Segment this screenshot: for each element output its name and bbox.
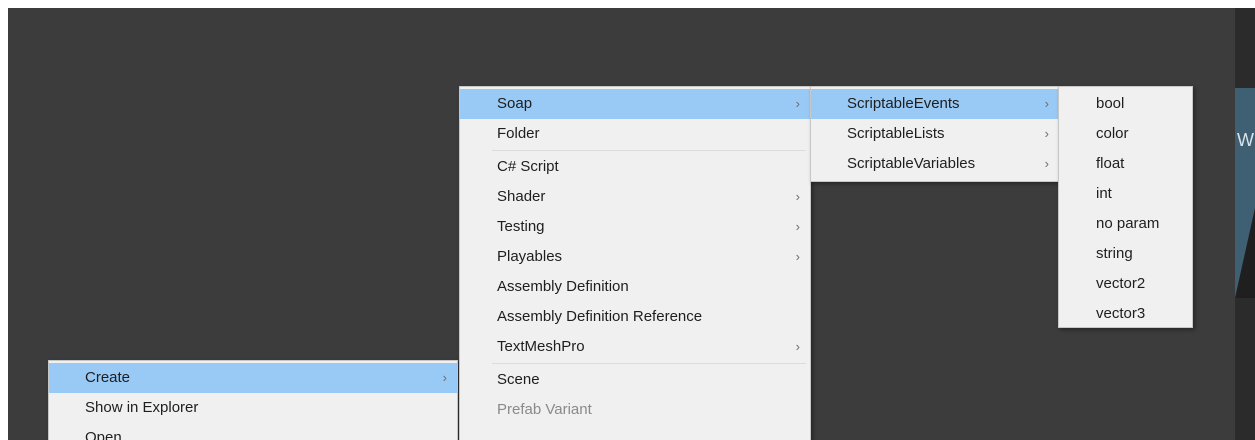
menu-item-scene[interactable]: Scene (460, 365, 810, 395)
menu-item-shader[interactable]: Shader › (460, 182, 810, 212)
screen: W Create › Show in Explorer Open Soap › … (0, 0, 1255, 440)
menu-item-assembly-definition[interactable]: Assembly Definition (460, 272, 810, 302)
menu-item-label: ScriptableLists (847, 125, 945, 142)
menu-item-label: color (1096, 125, 1129, 142)
menu-item-textmeshpro[interactable]: TextMeshPro › (460, 332, 810, 362)
menu-item-label: Playables (497, 248, 563, 265)
menu-item-open[interactable]: Open (49, 423, 457, 440)
chevron-right-icon: › (795, 249, 800, 264)
menu-item-soap[interactable]: Soap › (460, 89, 810, 119)
context-menu: Create › Show in Explorer Open (48, 360, 458, 440)
menu-item-vector3[interactable]: vector3 (1059, 299, 1192, 329)
menu-item-float[interactable]: float (1059, 149, 1192, 179)
menu-separator (492, 363, 806, 364)
menu-item-label: Scene (497, 371, 540, 388)
menu-item-create[interactable]: Create › (49, 363, 457, 393)
menu-item-label: Open (85, 429, 122, 440)
menu-item-vector2[interactable]: vector2 (1059, 269, 1192, 299)
menu-item-scriptable-lists[interactable]: ScriptableLists › (811, 119, 1059, 149)
menu-item-assembly-definition-reference[interactable]: Assembly Definition Reference (460, 302, 810, 332)
menu-item-label: Folder (497, 125, 540, 142)
menu-item-label: Soap (497, 95, 533, 112)
scriptable-events-submenu: bool color float int no param string vec… (1058, 86, 1193, 328)
chevron-right-icon: › (442, 370, 447, 385)
menu-item-scriptable-events[interactable]: ScriptableEvents › (811, 89, 1059, 119)
menu-item-label: C# Script (497, 158, 559, 175)
menu-separator (492, 150, 806, 151)
soap-submenu: ScriptableEvents › ScriptableLists › Scr… (810, 86, 1060, 182)
menu-item-playables[interactable]: Playables › (460, 242, 810, 272)
menu-item-label: ScriptableVariables (847, 155, 976, 172)
menu-item-label: vector2 (1096, 275, 1146, 292)
menu-item-label: Assembly Definition (497, 278, 629, 295)
menu-item-label: Testing (497, 218, 545, 235)
menu-item-testing[interactable]: Testing › (460, 212, 810, 242)
menu-item-label: int (1096, 185, 1112, 202)
menu-item-label: Show in Explorer (85, 399, 199, 416)
menu-item-int[interactable]: int (1059, 179, 1192, 209)
menu-item-label: no param (1096, 215, 1160, 232)
menu-item-string[interactable]: string (1059, 239, 1192, 269)
menu-item-label: string (1096, 245, 1133, 262)
menu-item-no-param[interactable]: no param (1059, 209, 1192, 239)
chevron-right-icon: › (1044, 156, 1049, 171)
menu-item-label: Create (85, 369, 131, 386)
scene-view-edge: W (1235, 8, 1255, 440)
menu-item-label: Shader (497, 188, 546, 205)
menu-item-bool[interactable]: bool (1059, 89, 1192, 119)
menu-item-color[interactable]: color (1059, 119, 1192, 149)
chevron-right-icon: › (795, 219, 800, 234)
chevron-right-icon: › (1044, 96, 1049, 111)
menu-item-label: ScriptableEvents (847, 95, 960, 112)
menu-item-prefab-variant: Prefab Variant (460, 395, 810, 425)
chevron-right-icon: › (795, 96, 800, 111)
chevron-right-icon: › (795, 339, 800, 354)
create-submenu: Soap › Folder C# Script Shader › Testing… (459, 86, 811, 440)
menu-item-label: vector3 (1096, 305, 1146, 322)
menu-item-label: float (1096, 155, 1125, 172)
scene-preview-shape (1235, 208, 1255, 298)
menu-item-label: TextMeshPro (497, 338, 585, 355)
menu-item-label: Prefab Variant (497, 401, 592, 418)
chevron-right-icon: › (1044, 126, 1049, 141)
menu-item-label: bool (1096, 95, 1125, 112)
menu-item-show-in-explorer[interactable]: Show in Explorer (49, 393, 457, 423)
menu-item-folder[interactable]: Folder (460, 119, 810, 149)
chevron-right-icon: › (795, 189, 800, 204)
scene-preview-text: W (1237, 130, 1254, 150)
menu-item-csharp-script[interactable]: C# Script (460, 152, 810, 182)
menu-item-scriptable-variables[interactable]: ScriptableVariables › (811, 149, 1059, 179)
menu-item-label: Assembly Definition Reference (497, 308, 703, 325)
